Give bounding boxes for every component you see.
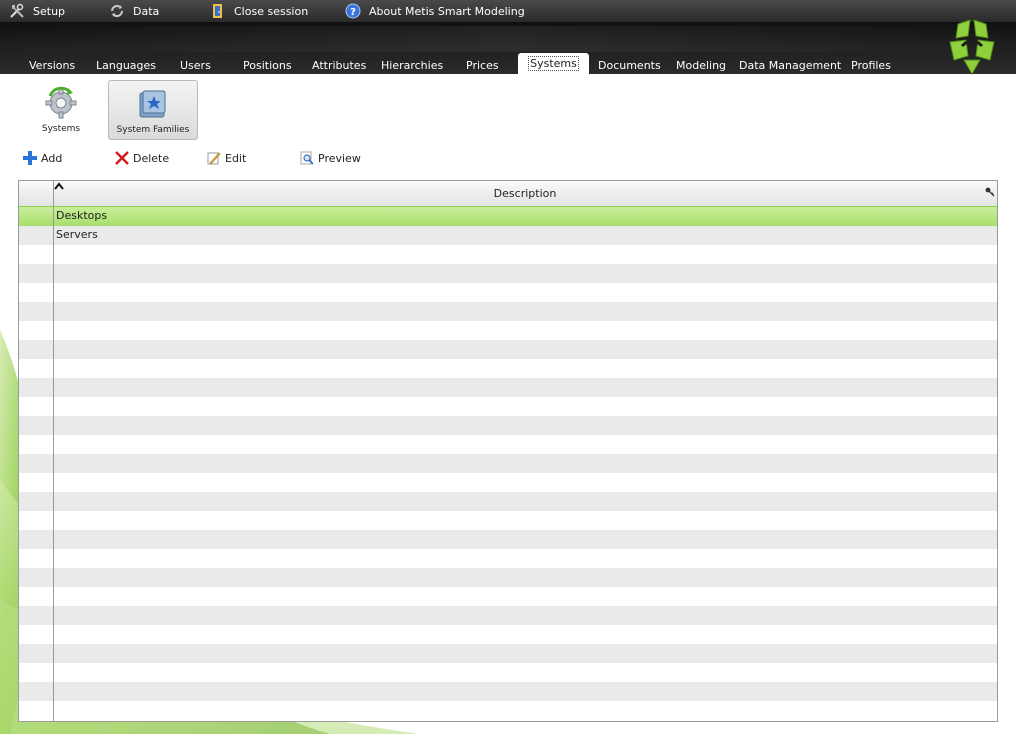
main-tab-header: Versions Languages Users Positions Attri… xyxy=(0,19,1016,76)
tab-hierarchies[interactable]: Hierarchies xyxy=(381,58,443,74)
table-row xyxy=(19,359,997,378)
door-exit-icon xyxy=(209,2,227,20)
tab-data-management[interactable]: Data Management xyxy=(739,58,841,74)
close-session-label: Close session xyxy=(234,4,309,18)
table-row xyxy=(19,587,997,606)
plus-icon xyxy=(22,150,38,166)
subtab-systems-label: Systems xyxy=(41,124,81,134)
delete-label: Delete xyxy=(133,151,170,165)
table-row xyxy=(19,435,997,454)
table-row xyxy=(19,340,997,359)
key-icon[interactable] xyxy=(985,187,995,197)
tab-users[interactable]: Users xyxy=(180,58,211,74)
svg-text:?: ? xyxy=(350,7,356,18)
tab-systems-label: Systems xyxy=(528,56,579,71)
delete-x-icon xyxy=(114,150,130,166)
tab-documents[interactable]: Documents xyxy=(598,58,661,74)
star-folder-icon xyxy=(139,90,166,118)
add-button[interactable]: Add xyxy=(22,148,62,168)
tab-versions[interactable]: Versions xyxy=(29,58,75,74)
table-row xyxy=(19,264,997,283)
magnifier-icon xyxy=(299,150,315,166)
table-cell-description: Desktops xyxy=(56,209,108,222)
table-row xyxy=(19,416,997,435)
refresh-icon xyxy=(108,2,126,20)
add-label: Add xyxy=(41,151,63,165)
grid-header: Description xyxy=(19,181,997,207)
top-menu-bar: Setup Data Close session ? About Metis S… xyxy=(0,0,1016,22)
table-cell-description: Servers xyxy=(56,228,98,241)
tab-languages[interactable]: Languages xyxy=(96,58,156,74)
help-icon: ? xyxy=(344,2,362,20)
preview-button[interactable]: Preview xyxy=(299,148,361,168)
grid-body: Desktops Servers xyxy=(19,206,997,721)
pencil-icon xyxy=(206,150,222,166)
table-row xyxy=(19,530,997,549)
tab-prices[interactable]: Prices xyxy=(466,58,499,74)
table-row xyxy=(19,549,997,568)
subtab-systems[interactable]: Systems xyxy=(17,80,105,138)
system-families-grid: Description Desktops Servers xyxy=(18,180,998,722)
table-row xyxy=(19,511,997,530)
tab-profiles[interactable]: Profiles xyxy=(851,58,891,74)
metis-logo-icon xyxy=(949,19,995,76)
table-row[interactable]: Servers xyxy=(19,226,997,245)
subtab-bar: Systems System Families xyxy=(0,74,1016,144)
tab-attributes[interactable]: Attributes xyxy=(312,58,366,74)
table-row xyxy=(19,492,997,511)
tab-systems[interactable]: Systems xyxy=(518,53,589,74)
about-label: About Metis Smart Modeling xyxy=(369,4,525,18)
action-toolbar: Add Delete Edit Preview xyxy=(0,148,1016,170)
table-row xyxy=(19,701,997,720)
tab-modeling[interactable]: Modeling xyxy=(676,58,726,74)
table-row xyxy=(19,378,997,397)
gear-refresh-icon xyxy=(45,86,77,119)
table-row xyxy=(19,644,997,663)
table-row xyxy=(19,625,997,644)
table-row xyxy=(19,682,997,701)
main-tabs: Versions Languages Users Positions Attri… xyxy=(0,22,1016,74)
table-row xyxy=(19,568,997,587)
subtab-system-families[interactable]: System Families xyxy=(108,80,198,140)
preview-label: Preview xyxy=(318,151,361,165)
row-header-divider xyxy=(53,181,54,721)
column-header-description[interactable]: Description xyxy=(53,187,997,200)
table-row[interactable]: Desktops xyxy=(19,206,997,227)
data-menu[interactable]: Data xyxy=(108,0,159,22)
table-row xyxy=(19,245,997,264)
edit-button[interactable]: Edit xyxy=(206,148,246,168)
delete-button[interactable]: Delete xyxy=(114,148,169,168)
table-row xyxy=(19,454,997,473)
data-label: Data xyxy=(133,4,160,18)
table-row xyxy=(19,473,997,492)
edit-label: Edit xyxy=(225,151,247,165)
about-menu[interactable]: ? About Metis Smart Modeling xyxy=(344,0,525,22)
setup-menu[interactable]: Setup xyxy=(8,0,65,22)
table-row xyxy=(19,663,997,682)
table-row xyxy=(19,606,997,625)
table-row xyxy=(19,283,997,302)
table-row xyxy=(19,397,997,416)
table-row xyxy=(19,302,997,321)
setup-label: Setup xyxy=(33,4,66,18)
tab-positions[interactable]: Positions xyxy=(243,58,292,74)
subtab-system-families-label: System Families xyxy=(116,125,190,135)
tools-icon xyxy=(8,2,26,20)
table-row xyxy=(19,321,997,340)
close-session-menu[interactable]: Close session xyxy=(209,0,308,22)
